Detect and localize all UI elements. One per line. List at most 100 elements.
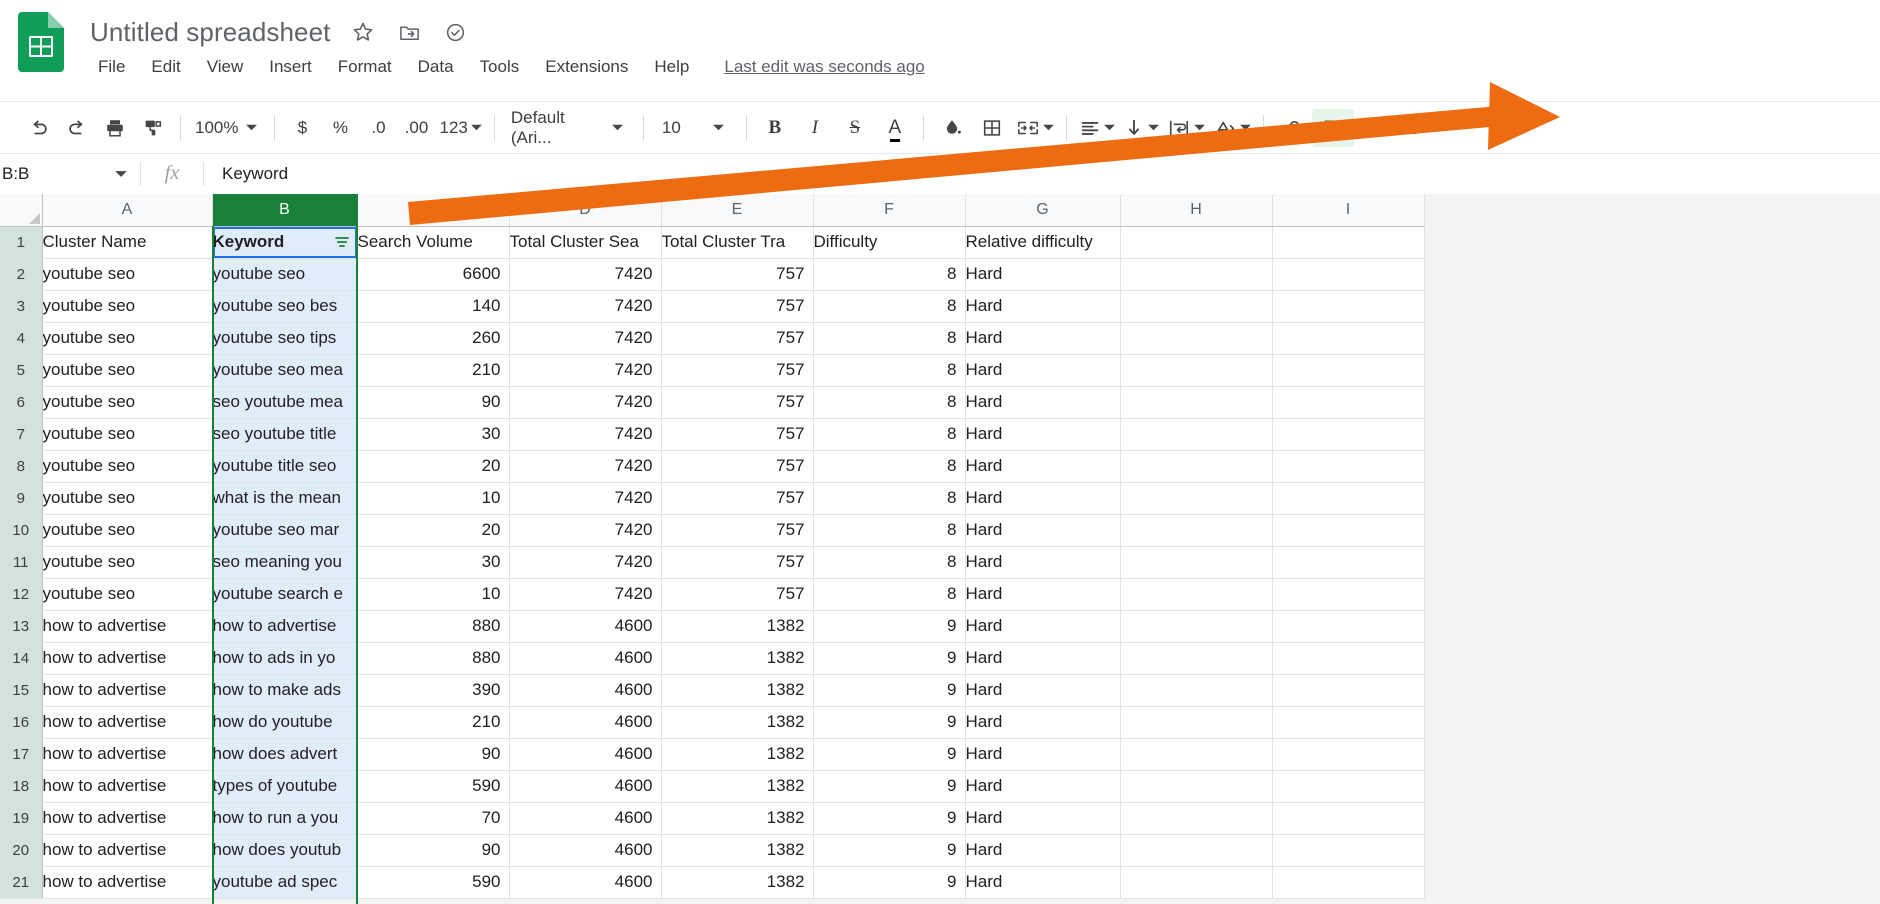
cell-b6[interactable]: seo youtube mea [212,386,358,419]
cell-i17[interactable] [1272,738,1425,771]
cell-g13[interactable]: Hard [965,610,1121,643]
cell-e14[interactable]: 1382 [661,642,814,675]
cell-i5[interactable] [1272,354,1425,387]
google-sheets-logo[interactable] [18,12,64,72]
cell-i2[interactable] [1272,258,1425,291]
cell-c15[interactable]: 390 [357,674,510,707]
row-header-3[interactable]: 3 [0,290,43,323]
row-header-1[interactable]: 1 [0,226,43,259]
cell-d10[interactable]: 7420 [509,514,662,547]
cell-d15[interactable]: 4600 [509,674,662,707]
menu-tools[interactable]: Tools [467,55,533,79]
cell-d1[interactable]: Total Cluster Sea [509,226,662,259]
row-header-17[interactable]: 17 [0,738,43,771]
chevron-down-icon[interactable] [112,167,130,181]
percent-format-button[interactable]: % [321,109,359,147]
menu-help[interactable]: Help [641,55,702,79]
cell-g4[interactable]: Hard [965,322,1121,355]
decrease-decimal-button[interactable]: .0 [359,109,397,147]
cell-d12[interactable]: 7420 [509,578,662,611]
cell-a20[interactable]: how to advertise [42,834,213,867]
cell-d16[interactable]: 4600 [509,706,662,739]
cell-c4[interactable]: 260 [357,322,510,355]
cell-i12[interactable] [1272,578,1425,611]
cell-c11[interactable]: 30 [357,546,510,579]
filter-funnel-icon[interactable] [1311,108,1354,147]
zoom-selector[interactable]: 100% [189,109,266,147]
strikethrough-button[interactable]: S [835,109,875,147]
text-wrap-icon[interactable] [1163,109,1209,147]
column-header-f[interactable]: F [813,194,966,227]
cell-c18[interactable]: 590 [357,770,510,803]
cell-h10[interactable] [1120,514,1273,547]
cell-h8[interactable] [1120,450,1273,483]
cell-e20[interactable]: 1382 [661,834,814,867]
increase-decimal-button[interactable]: .00 [397,109,435,147]
cell-h20[interactable] [1120,834,1273,867]
cell-i9[interactable] [1272,482,1425,515]
cell-g2[interactable]: Hard [965,258,1121,291]
row-header-16[interactable]: 16 [0,706,43,739]
cell-a15[interactable]: how to advertise [42,674,213,707]
cell-c5[interactable]: 210 [357,354,510,387]
cell-c13[interactable]: 880 [357,610,510,643]
move-to-folder-icon[interactable] [396,19,422,45]
menu-file[interactable]: File [90,55,138,79]
cell-i15[interactable] [1272,674,1425,707]
cell-c1[interactable]: Search Volume [357,226,510,259]
cell-i1[interactable] [1272,226,1425,259]
cell-f13[interactable]: 9 [813,610,966,643]
cell-g17[interactable]: Hard [965,738,1121,771]
cell-d20[interactable]: 4600 [509,834,662,867]
chevron-down-icon[interactable] [1040,121,1058,134]
cell-h15[interactable] [1120,674,1273,707]
cell-a10[interactable]: youtube seo [42,514,213,547]
cell-h5[interactable] [1120,354,1273,387]
menu-format[interactable]: Format [325,55,405,79]
cell-f21[interactable]: 9 [813,866,966,899]
fill-color-icon[interactable] [932,109,972,147]
menu-insert[interactable]: Insert [256,55,325,79]
cell-e5[interactable]: 757 [661,354,814,387]
row-header-21[interactable]: 21 [0,866,43,899]
cell-e15[interactable]: 1382 [661,674,814,707]
cell-g11[interactable]: Hard [965,546,1121,579]
cell-c17[interactable]: 90 [357,738,510,771]
cell-a3[interactable]: youtube seo [42,290,213,323]
cell-i19[interactable] [1272,802,1425,835]
cell-c20[interactable]: 90 [357,834,510,867]
cell-d8[interactable]: 7420 [509,450,662,483]
cell-f17[interactable]: 9 [813,738,966,771]
more-formats-button[interactable]: 123 [435,109,485,147]
chevron-down-icon[interactable] [242,121,260,134]
row-header-2[interactable]: 2 [0,258,43,291]
font-family-selector[interactable]: Default (Ari... [503,108,635,147]
cell-b10[interactable]: youtube seo mar [212,514,358,547]
cell-a17[interactable]: how to advertise [42,738,213,771]
cell-c6[interactable]: 90 [357,386,510,419]
cell-i13[interactable] [1272,610,1425,643]
row-header-6[interactable]: 6 [0,386,43,419]
column-header-e[interactable]: E [661,194,814,227]
cell-f16[interactable]: 9 [813,706,966,739]
cell-e18[interactable]: 1382 [661,770,814,803]
horizontal-align-icon[interactable] [1075,109,1119,147]
cell-e13[interactable]: 1382 [661,610,814,643]
undo-icon[interactable] [20,109,58,147]
cell-g5[interactable]: Hard [965,354,1121,387]
cell-f3[interactable]: 8 [813,290,966,323]
cell-i21[interactable] [1272,866,1425,899]
page-title[interactable]: Untitled spreadsheet [90,17,330,48]
cell-b16[interactable]: how do youtube [212,706,358,739]
cell-a16[interactable]: how to advertise [42,706,213,739]
cell-e19[interactable]: 1382 [661,802,814,835]
currency-format-button[interactable]: $ [283,109,321,147]
cloud-saved-icon[interactable] [442,19,468,45]
cell-f1[interactable]: Difficulty [813,226,966,259]
cell-g8[interactable]: Hard [965,450,1121,483]
cell-h21[interactable] [1120,866,1273,899]
cell-d4[interactable]: 7420 [509,322,662,355]
column-header-d[interactable]: D [509,194,662,227]
redo-icon[interactable] [58,109,96,147]
chevron-down-icon[interactable] [1145,121,1163,134]
